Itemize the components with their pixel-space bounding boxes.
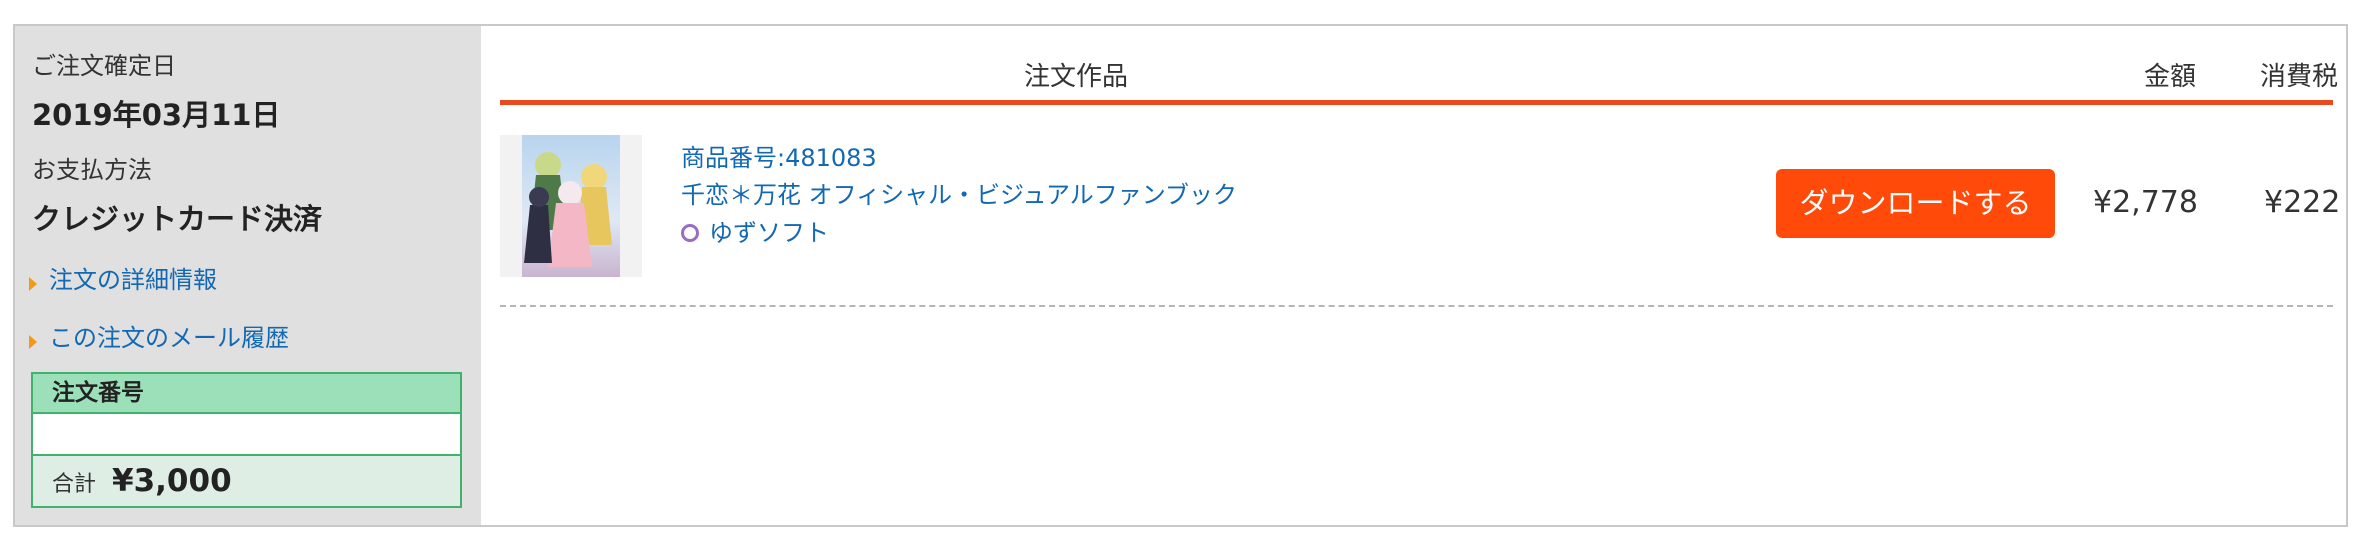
- order-details-link-label: 注文の詳細情報: [49, 266, 217, 294]
- order-number-header: 注文番号: [33, 374, 460, 414]
- order-summary-sidebar: ご注文確定日 2019年03月11日 お支払方法 クレジットカード決済 注文の詳…: [15, 26, 481, 525]
- order-mail-history-link[interactable]: この注文のメール履歴: [29, 318, 289, 353]
- download-button[interactable]: ダウンロードする: [1776, 169, 2055, 238]
- order-total-label: 合計: [52, 472, 97, 497]
- order-number-box: 注文番号 合計 ¥3,000: [31, 372, 462, 508]
- column-header-tax: 消費税: [2260, 62, 2339, 92]
- product-code-link[interactable]: 商品番号:481083: [681, 138, 877, 173]
- column-header-price: 金額: [2144, 62, 2197, 92]
- product-thumbnail[interactable]: [500, 135, 642, 277]
- maker-link[interactable]: ゆずソフト: [681, 213, 829, 248]
- order-total-row: 合計 ¥3,000: [33, 456, 460, 506]
- order-number-value: [33, 414, 460, 456]
- triangle-right-icon: [29, 277, 37, 291]
- confirm-date-label: ご注文確定日: [32, 52, 176, 80]
- order-details-link[interactable]: 注文の詳細情報: [29, 260, 217, 295]
- order-panel: ご注文確定日 2019年03月11日 お支払方法 クレジットカード決済 注文の詳…: [13, 24, 2348, 527]
- order-total-value: ¥3,000: [112, 463, 232, 499]
- payment-method-value: クレジットカード決済: [32, 202, 323, 236]
- maker-name: ゆずソフト: [709, 219, 829, 247]
- product-title-link[interactable]: 千恋＊万花 オフィシャル・ビジュアルファンブック: [681, 175, 1237, 210]
- confirm-date-value: 2019年03月11日: [32, 98, 281, 132]
- row-divider: [500, 305, 2333, 307]
- column-header-product: 注文作品: [1024, 62, 1129, 92]
- item-tax: ¥222: [2264, 185, 2341, 220]
- order-mail-history-link-label: この注文のメール履歴: [49, 324, 289, 352]
- header-divider: [500, 100, 2333, 105]
- circle-ring-icon: [681, 224, 699, 242]
- payment-method-label: お支払方法: [32, 156, 152, 184]
- item-price: ¥2,778: [2093, 185, 2198, 220]
- triangle-right-icon: [29, 335, 37, 349]
